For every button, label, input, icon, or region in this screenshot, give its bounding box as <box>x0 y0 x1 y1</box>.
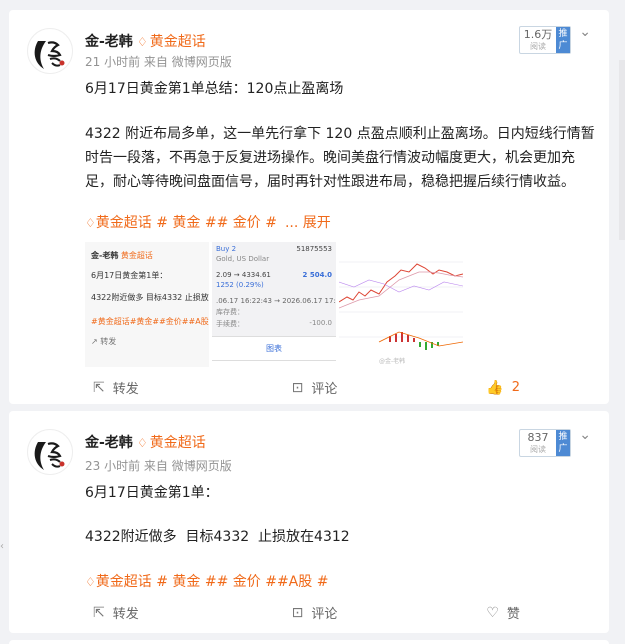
image-thumbnail[interactable]: 金-老韩 黄金超话 6月17日黄金第1单： 4322附近做多 目标4332 止损… <box>85 242 209 367</box>
comment-label: 评论 <box>311 382 338 397</box>
post-title: 6月17日黄金第1单总结：120点止盈离场 <box>85 81 344 97</box>
comment-icon: ⊡ <box>291 604 304 621</box>
trade-fee-value: -100.0 <box>309 319 332 327</box>
trade-order: 51875553 <box>296 245 332 253</box>
collapse-arrow-icon[interactable]: ‹ <box>0 541 7 557</box>
topic-badge[interactable]: ♢ 黄金超话 <box>137 31 206 51</box>
avatar[interactable] <box>27 28 73 74</box>
repost-label: 转发 <box>112 607 139 622</box>
action-bar: ⇱ 转发 ⊡ 评论 👍 2 <box>9 378 609 398</box>
image-grid: 金-老韩 黄金超话 6月17日黄金第1单： 4322附近做多 目标4332 止损… <box>85 242 465 367</box>
post-meta: 21 小时前 来自 微博网页版 <box>85 55 232 69</box>
thumb-author: 金-老韩 <box>91 251 119 260</box>
like-button[interactable]: ♡ 赞 <box>414 603 609 623</box>
chevron-down-icon[interactable]: ⌄ <box>579 24 591 40</box>
author-name[interactable]: 金-老韩 <box>85 432 133 452</box>
diamond-icon: ♢ <box>85 575 96 589</box>
diamond-icon: ♢ <box>137 436 148 450</box>
diamond-icon: ♢ <box>137 35 148 49</box>
comment-label: 评论 <box>311 607 338 622</box>
chevron-down-icon[interactable]: ⌄ <box>579 427 591 443</box>
comment-button[interactable]: ⊡ 评论 <box>216 603 415 623</box>
view-count-badge[interactable]: 837 阅读 推广 <box>519 429 571 457</box>
comment-button[interactable]: ⊡ 评论 <box>216 378 415 398</box>
thumb-badge: 黄金超话 <box>120 251 153 260</box>
trade-time: .06.17 16:22:43 → 2026.06.17 17:36:22 <box>216 297 336 305</box>
repost-button[interactable]: ⇱ 转发 <box>9 378 216 398</box>
topic-badge[interactable]: ♢ 黄金超话 <box>137 432 206 452</box>
view-count-label: 阅读 <box>530 445 546 454</box>
thumb-tags: #黄金超话#黄金##金价##A股# <box>91 317 209 326</box>
post-title: 6月17日黄金第1单： <box>85 485 219 501</box>
trade-menu-chart: 图表 <box>212 336 336 360</box>
like-count: 2 <box>511 380 521 395</box>
repost-button[interactable]: ⇱ 转发 <box>9 603 216 623</box>
author-name[interactable]: 金-老韩 <box>85 31 133 51</box>
view-count: 1.6万 <box>523 28 553 41</box>
view-count-label: 阅读 <box>530 42 546 51</box>
post-tags-text[interactable]: 黄金超话 # 黄金 ## 金价 ##A股 # <box>96 574 329 590</box>
image-thumbnail[interactable]: Buy 2 51875553 Gold, US Dollar 2.09 → 433… <box>212 242 336 367</box>
view-count: 837 <box>527 431 549 444</box>
comment-icon: ⊡ <box>291 379 304 396</box>
trade-swap: 库存费： <box>216 308 244 316</box>
like-button[interactable]: 👍 2 <box>414 378 609 397</box>
diamond-icon: ♢ <box>85 216 96 230</box>
like-label: 赞 <box>506 607 520 622</box>
svg-text:@金-老韩: @金-老韩 <box>379 357 405 365</box>
trade-fee-label: 手续费： <box>216 320 244 328</box>
trade-title: Buy 2 <box>216 245 237 253</box>
trade-profit: 2 504.0 <box>302 271 332 279</box>
post-tags-text[interactable]: 黄金超话 # 黄金 ## 金价 # <box>96 215 277 231</box>
topic-badge-label: 黄金超话 <box>149 34 206 50</box>
thumbs-up-icon: 👍 <box>486 379 504 396</box>
promote-button[interactable]: 推广 <box>556 27 570 53</box>
share-icon: ↗ <box>91 337 98 346</box>
trade-sub: Gold, US Dollar <box>216 255 270 263</box>
avatar[interactable] <box>27 429 73 475</box>
expand-link[interactable]: ... 展开 <box>285 215 331 231</box>
weibo-post-card <box>9 640 609 644</box>
thumb-line1: 6月17日黄金第1单： <box>91 271 168 280</box>
post-meta: 23 小时前 来自 微博网页版 <box>85 459 232 473</box>
thumb-line2: 4322附近做多 目标4332 止损放在 <box>91 293 209 302</box>
promote-button[interactable]: 推广 <box>556 430 570 456</box>
repost-label: 转发 <box>112 382 139 397</box>
image-thumbnail[interactable]: @金-老韩 <box>339 242 463 367</box>
action-bar: ⇱ 转发 ⊡ 评论 ♡ 赞 <box>9 603 609 623</box>
post-body: 4322附近做多 目标4332 止损放在4312 <box>85 529 350 545</box>
share-icon: ⇱ <box>93 379 105 396</box>
share-icon: ⇱ <box>93 604 105 621</box>
trade-price-line: 2.09 → 4334.61 <box>216 271 271 279</box>
thumb-footer: 转发 <box>100 337 117 346</box>
post-body: 4322 附近布局多单，这一单先行拿下 120 点盈点顺利止盈离场。日内短线行情… <box>85 126 595 190</box>
scrollbar-track[interactable] <box>619 60 625 240</box>
post-tags[interactable]: ♢黄金超话 # 黄金 ## 金价 # ... 展开 <box>85 212 331 232</box>
topic-badge-label: 黄金超话 <box>149 435 206 451</box>
view-count-badge[interactable]: 1.6万 阅读 推广 <box>519 26 571 54</box>
thumbs-up-icon: ♡ <box>486 604 499 621</box>
weibo-post-card: 金-老韩 ♢ 黄金超话 21 小时前 来自 微博网页版 1.6万 阅读 推广 ⌄ 6… <box>9 10 609 404</box>
weibo-post-card: 金-老韩 ♢ 黄金超话 23 小时前 来自 微博网页版 837 阅读 推广 ⌄ 6月… <box>9 411 609 633</box>
trade-menu-trade: 交易 <box>212 360 336 367</box>
trade-pct: 1252 (0.29%) <box>216 281 264 289</box>
price-chart-thumbnail: @金-老韩 <box>339 242 463 367</box>
post-tags[interactable]: ♢黄金超话 # 黄金 ## 金价 ##A股 # <box>85 571 328 591</box>
